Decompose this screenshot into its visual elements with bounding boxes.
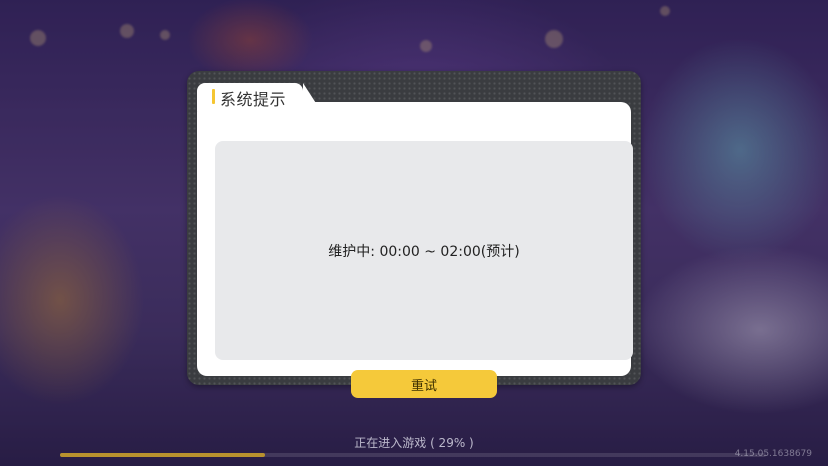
- dialog-panel: 维护中: 00:00 ~ 02:00(预计) 重试: [197, 102, 633, 398]
- version-label: 4.15.05.1638679: [734, 449, 812, 459]
- system-notice-dialog: 维护中: 00:00 ~ 02:00(预计) 重试 系统提示: [187, 71, 641, 398]
- loading-status-text: 正在进入游戏 ( 29% ): [354, 436, 474, 450]
- dialog-title: 系统提示: [220, 90, 287, 109]
- maintenance-message: 维护中: 00:00 ~ 02:00(预计): [328, 243, 520, 260]
- retry-button[interactable]: 重试: [351, 370, 497, 398]
- loading-progress-fill: [60, 453, 265, 457]
- message-box: 维护中: 00:00 ~ 02:00(预计): [215, 141, 633, 360]
- loading-progress-bar: [60, 453, 766, 457]
- game-background: 维护中: 00:00 ~ 02:00(预计) 重试 系统提示 正在进入游戏 ( …: [0, 0, 828, 466]
- title-accent-bar: [212, 89, 215, 104]
